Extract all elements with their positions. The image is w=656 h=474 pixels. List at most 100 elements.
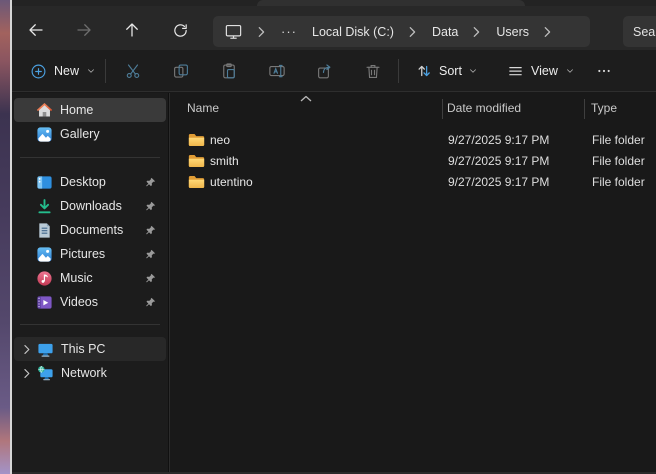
file-list-pane: Name Date modified Type neo 9/27/2025 9:… [170,93,656,474]
address-bar[interactable]: ··· Local Disk (C:) Data Users [213,16,590,47]
more-options-button[interactable] [590,55,618,87]
expand-chevron-icon[interactable] [22,368,31,379]
sidebar-item-home[interactable]: Home [14,98,166,122]
toolbar-separator [398,59,399,83]
chevron-down-icon [565,66,575,76]
folder-icon [188,175,205,189]
gallery-icon [36,126,53,143]
sidebar-item-network[interactable]: Network [14,361,166,385]
view-icon [507,63,524,80]
sidebar-item-label: Videos [60,295,98,309]
this-pc-icon [37,341,54,358]
column-header-row: Name Date modified Type [170,93,656,122]
file-explorer-window: ··· Local Disk (C:) Data Users Sea New [0,0,656,474]
sidebar-item-music[interactable]: Music [14,266,166,290]
chevron-right-icon [256,26,266,38]
pin-icon [145,201,156,212]
delete-button[interactable] [357,55,389,87]
paste-button[interactable] [213,55,245,87]
home-icon [36,102,53,119]
sort-button-label: Sort [439,64,462,78]
downloads-icon [36,198,53,215]
sidebar-item-pictures[interactable]: Pictures [14,242,166,266]
forward-button[interactable] [70,16,98,44]
toolbar-separator [105,59,106,83]
sort-icon [415,62,433,80]
sidebar-divider [20,157,160,158]
up-arrow-icon [123,21,141,39]
rename-icon [268,62,286,80]
copy-button[interactable] [165,55,197,87]
sort-ascending-caret-icon [300,95,312,102]
back-button[interactable] [22,16,50,44]
breadcrumb-item-data[interactable]: Data [432,25,458,39]
pin-icon [145,273,156,284]
breadcrumb-item-drive[interactable]: Local Disk (C:) [312,25,394,39]
desktop-icon [36,174,53,191]
refresh-button[interactable] [166,16,194,44]
cut-icon [124,62,142,80]
pin-icon [145,177,156,188]
sidebar-item-desktop[interactable]: Desktop [14,170,166,194]
column-header-type[interactable]: Type [591,101,656,115]
more-icon [596,63,612,79]
new-button[interactable]: New [22,55,104,87]
sidebar-item-label: Gallery [60,127,100,141]
refresh-icon [172,22,189,39]
navigation-bar: ··· Local Disk (C:) Data Users Sea [12,6,656,50]
sidebar-item-label: Desktop [60,175,106,189]
up-button[interactable] [118,16,146,44]
network-icon [37,365,54,382]
file-rows: neo 9/27/2025 9:17 PM File folder smith … [170,129,656,192]
file-row-utentino[interactable]: utentino 9/27/2025 9:17 PM File folder [170,171,656,192]
file-row-smith[interactable]: smith 9/27/2025 9:17 PM File folder [170,150,656,171]
documents-icon [36,222,53,239]
file-row-neo[interactable]: neo 9/27/2025 9:17 PM File folder [170,129,656,150]
breadcrumb-overflow-button[interactable]: ··· [281,24,297,39]
copy-icon [172,62,190,80]
share-button[interactable] [309,55,341,87]
new-button-label: New [54,64,79,78]
search-input[interactable]: Sea [623,16,656,47]
file-name: utentino [210,175,253,189]
column-header-date-modified[interactable]: Date modified [447,101,591,115]
monitor-icon [223,23,243,40]
sidebar-item-label: Downloads [60,199,122,213]
sidebar-item-this-pc[interactable]: This PC [14,337,166,361]
pin-icon [145,297,156,308]
file-date-modified: 9/27/2025 9:17 PM [448,175,592,189]
sidebar-item-documents[interactable]: Documents [14,218,166,242]
chevron-down-icon [86,66,96,76]
cut-button[interactable] [117,55,149,87]
file-type: File folder [592,175,656,189]
chevron-right-icon [542,26,552,38]
expand-chevron-icon[interactable] [22,344,31,355]
folder-icon [188,133,205,147]
column-header-name[interactable]: Name [187,101,447,115]
pin-icon [145,249,156,260]
share-icon [316,62,334,80]
sidebar-item-label: Pictures [60,247,105,261]
sidebar-item-label: Network [61,366,107,380]
sidebar-item-label: Music [60,271,93,285]
sidebar-item-label: Home [60,103,93,117]
sort-button[interactable]: Sort [408,55,485,87]
back-icon [27,21,45,39]
folder-icon [188,154,205,168]
column-resize-handle[interactable] [442,99,443,119]
navigation-pane: Home Gallery Desktop Downloads [12,93,168,474]
sidebar-item-downloads[interactable]: Downloads [14,194,166,218]
sidebar-divider [20,324,160,325]
breadcrumb-item-users[interactable]: Users [496,25,529,39]
chevron-right-icon [471,26,481,38]
file-name: smith [210,154,239,168]
search-text: Sea [633,25,655,39]
column-resize-handle[interactable] [584,99,585,119]
chevron-right-icon [407,26,417,38]
view-button[interactable]: View [500,55,582,87]
view-button-label: View [531,64,558,78]
sidebar-item-videos[interactable]: Videos [14,290,166,314]
music-icon [36,270,53,287]
rename-button[interactable] [261,55,293,87]
sidebar-item-gallery[interactable]: Gallery [14,122,166,146]
